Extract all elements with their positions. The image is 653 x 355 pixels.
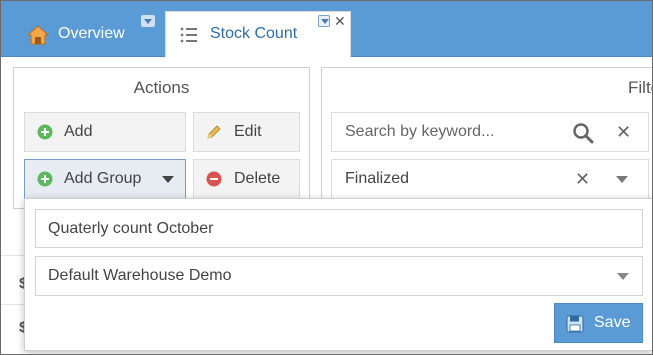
add-button[interactable]: Add — [24, 112, 186, 152]
remove-icon — [206, 171, 222, 187]
filter-title: Filte — [628, 78, 652, 97]
list-icon — [180, 27, 197, 43]
add-group-popup: Default Warehouse Demo Save — [24, 198, 652, 351]
app-window: Overview Stock Count ✕ Actions Filte Add — [0, 0, 653, 355]
warehouse-select[interactable]: Default Warehouse Demo — [35, 256, 643, 296]
save-button[interactable]: Save — [554, 303, 643, 343]
caret-down-icon — [162, 176, 174, 183]
status-filter-select[interactable]: Finalized ✕ — [331, 159, 649, 199]
tab-bar: Overview Stock Count ✕ — [1, 1, 652, 58]
add-icon — [37, 171, 53, 187]
add-group-button[interactable]: Add Group — [24, 159, 186, 199]
clear-search-icon[interactable]: ✕ — [616, 122, 631, 143]
close-icon[interactable]: ✕ — [334, 13, 346, 30]
tab-stock-count[interactable]: Stock Count ✕ — [165, 11, 351, 58]
status-filter-value: Finalized — [345, 170, 410, 187]
clear-status-icon[interactable]: ✕ — [575, 169, 590, 190]
chevron-down-icon — [617, 273, 629, 280]
pencil-icon — [207, 125, 221, 139]
tab-overview-label: Overview — [58, 25, 125, 42]
add-group-button-label: Add Group — [64, 170, 142, 187]
search-input[interactable] — [332, 113, 562, 151]
warehouse-select-value: Default Warehouse Demo — [48, 267, 232, 284]
edit-button[interactable]: Edit — [193, 112, 300, 152]
tab-overview[interactable]: Overview — [15, 15, 165, 53]
search-icon[interactable] — [572, 122, 594, 144]
search-box: ✕ — [331, 112, 649, 152]
group-name-input[interactable] — [35, 209, 643, 248]
add-button-label: Add — [64, 123, 93, 140]
edit-button-label: Edit — [234, 123, 262, 140]
home-icon — [27, 25, 49, 45]
tab-overview-menu-icon[interactable] — [141, 15, 155, 27]
save-button-label: Save — [594, 314, 631, 331]
delete-button[interactable]: Delete — [193, 159, 300, 199]
floppy-disk-icon — [566, 315, 584, 333]
add-icon — [37, 124, 53, 140]
actions-title: Actions — [133, 78, 190, 97]
tab-stock-count-label: Stock Count — [210, 25, 298, 42]
chevron-down-icon[interactable] — [616, 176, 628, 183]
tab-stock-menu-icon[interactable] — [318, 15, 330, 27]
delete-button-label: Delete — [234, 170, 281, 187]
